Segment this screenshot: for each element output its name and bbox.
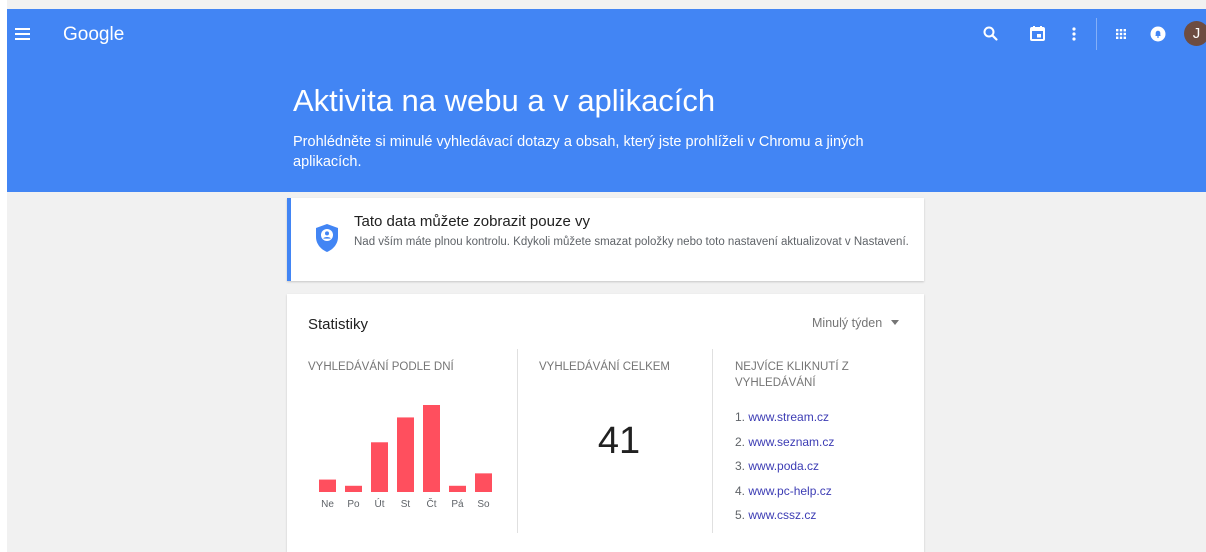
- page-description: Prohlédněte si minulé vyhledávací dotazy…: [293, 134, 864, 170]
- chart-bar-4: [423, 405, 440, 492]
- top-site-item: 3. www.poda.cz: [735, 458, 834, 474]
- chart-day-label: Čt: [427, 497, 437, 510]
- google-logo[interactable]: Google: [63, 24, 124, 46]
- shield-icon: [315, 223, 339, 253]
- statistics-card: Statistiky Minulý týden VYHLEDÁVÁNÍ PODL…: [287, 294, 924, 552]
- top-sites-list: 1. www.stream.cz 2. www.seznam.cz 3. www.p…: [735, 409, 834, 532]
- page-title: Aktivita na webu a v aplikacích: [293, 83, 716, 118]
- chart-day-label: Ne: [321, 499, 334, 510]
- top-site-link[interactable]: www.stream.cz: [748, 410, 829, 424]
- top-site-link[interactable]: www.pc-help.cz: [748, 484, 831, 498]
- privacy-text: Nad vším máte plnou kontrolu. Kdykoli mů…: [354, 236, 909, 248]
- menu-icon[interactable]: [13, 25, 33, 45]
- top-site-link[interactable]: www.seznam.cz: [748, 435, 834, 449]
- more-vert-icon[interactable]: [1063, 23, 1085, 45]
- chart-bar-3: [397, 417, 414, 492]
- top-app-bar: Google J: [7, 9, 1206, 61]
- top-site-rank: 5.: [735, 508, 746, 522]
- privacy-title: Tato data můžete zobrazit pouze vy: [354, 213, 590, 230]
- top-site-item: 1. www.stream.cz: [735, 409, 834, 425]
- top-site-rank: 1.: [735, 410, 746, 424]
- top-site-rank: 2.: [735, 434, 746, 449]
- apps-icon[interactable]: [1110, 23, 1132, 45]
- chart-day-label: Pá: [451, 499, 464, 510]
- toolbar-separator: [1096, 18, 1097, 50]
- page: Google J Aktivita na webu a v aplikacích…: [0, 0, 1206, 552]
- searches-by-day-label: VYHLEDÁVÁNÍ PODLE DNÍ: [308, 361, 454, 373]
- top-clicks-label: NEJVÍCE KLIKNUTÍ Z VYHLEDÁVÁNÍ: [735, 361, 849, 389]
- column-divider: [517, 349, 518, 533]
- period-dropdown[interactable]: Minulý týden: [812, 316, 900, 330]
- chart-bar-5: [449, 485, 466, 492]
- chart-bar-0: [319, 479, 336, 492]
- total-searches-value: 41: [597, 420, 641, 462]
- chart-day-label: Po: [347, 499, 360, 510]
- top-site-item: 5. www.cssz.cz: [735, 507, 834, 523]
- privacy-card: Tato data můžete zobrazit pouze vy Nad v…: [287, 198, 924, 281]
- left-strip: [0, 0, 7, 552]
- top-site-link[interactable]: www.poda.cz: [748, 459, 819, 473]
- chart-bar-1: [345, 485, 362, 492]
- chart-day-label: Út: [375, 497, 385, 510]
- chart-day-label: So: [477, 499, 490, 510]
- searches-by-day-chart: Ne Po Út St Čt Pá So: [319, 405, 492, 510]
- top-site-item: 2. www.seznam.cz: [735, 434, 834, 450]
- search-icon[interactable]: [980, 23, 1002, 45]
- header-banner: Google J Aktivita na webu a v aplikacích…: [7, 9, 1206, 192]
- total-searches-label: VYHLEDÁVÁNÍ CELKEM: [539, 361, 671, 373]
- top-site-link[interactable]: www.cssz.cz: [748, 508, 816, 522]
- chart-bar-6: [475, 473, 492, 492]
- period-dropdown-label: Minulý týden: [812, 316, 883, 330]
- avatar[interactable]: J: [1184, 21, 1206, 46]
- top-site-item: 4. www.pc-help.cz: [735, 483, 834, 499]
- chart-bar-2: [371, 442, 388, 492]
- notifications-icon[interactable]: [1147, 23, 1169, 45]
- top-site-rank: 4.: [735, 483, 746, 498]
- calendar-icon[interactable]: [1027, 23, 1049, 45]
- statistics-title: Statistiky: [308, 316, 369, 333]
- top-site-rank: 3.: [735, 459, 746, 473]
- chart-day-label: St: [401, 499, 411, 510]
- column-divider: [712, 349, 713, 533]
- dropdown-arrow-icon: [891, 320, 900, 326]
